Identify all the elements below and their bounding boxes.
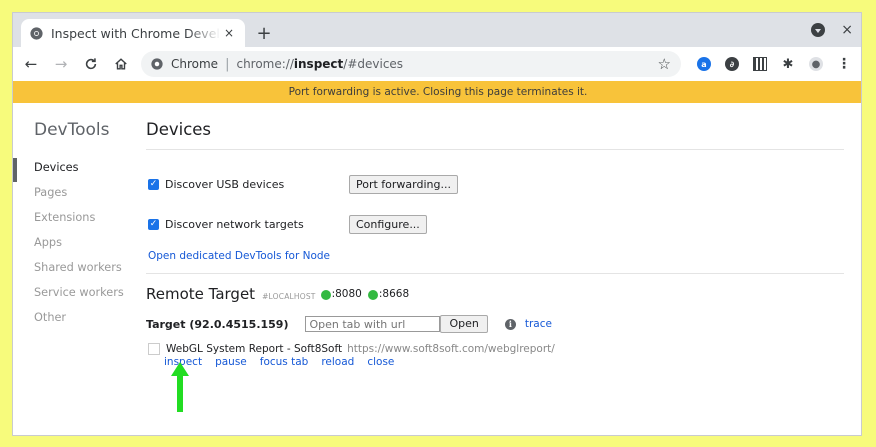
- page-thumbnail: [148, 343, 160, 355]
- reload-icon[interactable]: [79, 52, 103, 76]
- divider: [146, 273, 844, 274]
- close-link[interactable]: close: [367, 356, 394, 368]
- page-actions: inspect pause focus tab reload close: [164, 356, 555, 368]
- trace-link[interactable]: trace: [525, 318, 552, 330]
- focus-tab-link[interactable]: focus tab: [260, 356, 309, 368]
- sidebar-item-pages[interactable]: Pages: [13, 186, 124, 211]
- sidebar-nav: Devices Pages Extensions Apps Shared wor…: [13, 158, 124, 336]
- sidebar-title: DevTools: [34, 120, 110, 140]
- tab-close-icon[interactable]: ×: [221, 25, 237, 41]
- sidebar-item-apps[interactable]: Apps: [13, 236, 124, 261]
- window-close-icon[interactable]: ×: [841, 22, 853, 38]
- qr-code-extension-icon[interactable]: [753, 57, 767, 71]
- discover-network-label: Discover network targets: [165, 218, 304, 231]
- port-8668: :8668: [367, 288, 409, 300]
- tab-inspect[interactable]: Inspect with Chrome Developer Tools ×: [21, 19, 245, 47]
- port-forwarding-infobar: Port forwarding is active. Closing this …: [13, 81, 861, 103]
- extension-a-icon[interactable]: a: [697, 57, 711, 71]
- tab-search-icon[interactable]: [811, 23, 826, 37]
- target-label: Target (92.0.4515.159): [146, 317, 289, 331]
- extension-d-icon[interactable]: ∂: [725, 57, 739, 71]
- discover-network-checkbox[interactable]: ✓: [148, 219, 159, 230]
- omnibox-separator: |: [225, 56, 230, 72]
- configure-button[interactable]: Configure...: [349, 215, 427, 234]
- sidebar-item-extensions[interactable]: Extensions: [13, 211, 124, 236]
- inspect-page: DevTools Devices Pages Extensions Apps S…: [13, 103, 861, 435]
- forward-icon[interactable]: →: [49, 52, 73, 76]
- port-forwarding-button[interactable]: Port forwarding...: [349, 175, 458, 194]
- remote-target-header: Remote Target #LOCALHOST :8080 :8668: [146, 285, 415, 303]
- profile-avatar-icon[interactable]: ●: [809, 57, 823, 71]
- extensions-puzzle-icon[interactable]: ✱: [781, 57, 795, 72]
- back-icon[interactable]: ←: [19, 52, 43, 76]
- chrome-site-icon: [151, 58, 163, 70]
- site-chip-label: Chrome: [171, 57, 219, 71]
- remote-target-host: #LOCALHOST: [262, 292, 316, 301]
- sidebar-item-service-workers[interactable]: Service workers: [13, 286, 124, 311]
- sidebar-item-other[interactable]: Other: [13, 311, 124, 336]
- info-icon: i: [504, 318, 516, 330]
- tab-title: Inspect with Chrome Developer Tools: [51, 25, 221, 41]
- chrome-menu-icon[interactable]: ⋮: [837, 56, 851, 72]
- discover-usb-checkbox[interactable]: ✓: [148, 179, 159, 190]
- home-icon[interactable]: [109, 52, 133, 76]
- port-status-dot: [367, 290, 378, 300]
- extensions-area: a ∂ ✱ ● ⋮: [697, 56, 851, 72]
- open-tab-url-input[interactable]: [305, 316, 441, 332]
- divider: [146, 149, 844, 150]
- open-node-devtools-link[interactable]: Open dedicated DevTools for Node: [148, 250, 330, 262]
- browser-toolbar: ← → Chrome | chrome://inspect/#devices ☆…: [13, 47, 861, 81]
- list-item: WebGL System Report - Soft8Soft https://…: [148, 343, 555, 368]
- discover-usb-label: Discover USB devices: [165, 178, 285, 191]
- open-button[interactable]: Open: [440, 315, 488, 333]
- page-url: https://www.soft8soft.com/webglreport/: [347, 343, 555, 355]
- pause-link[interactable]: pause: [215, 356, 247, 368]
- reload-link[interactable]: reload: [321, 356, 354, 368]
- page-name: WebGL System Report - Soft8Soft: [166, 343, 343, 355]
- annotation-arrow-icon: [171, 362, 189, 412]
- bookmark-star-icon[interactable]: ☆: [658, 55, 671, 73]
- new-tab-button[interactable]: +: [253, 22, 275, 44]
- browser-window: Inspect with Chrome Developer Tools × + …: [12, 12, 862, 436]
- port-status-dot: [320, 290, 331, 300]
- url-text: chrome://inspect/#devices: [236, 57, 404, 71]
- sidebar-item-devices[interactable]: Devices: [13, 158, 124, 186]
- sidebar: DevTools Devices Pages Extensions Apps S…: [13, 103, 143, 435]
- tab-strip: Inspect with Chrome Developer Tools × + …: [13, 13, 861, 47]
- port-8080: :8080: [320, 288, 362, 300]
- chrome-favicon-icon: [29, 26, 43, 40]
- discover-usb-option[interactable]: ✓ Discover USB devices: [148, 178, 284, 191]
- target-row: Target (92.0.4515.159) Open i trace: [146, 315, 552, 333]
- address-bar[interactable]: Chrome | chrome://inspect/#devices ☆: [141, 51, 681, 77]
- remote-target-title: Remote Target: [146, 285, 256, 303]
- discover-network-option[interactable]: ✓ Discover network targets: [148, 218, 304, 231]
- sidebar-item-shared-workers[interactable]: Shared workers: [13, 261, 124, 286]
- page-title: Devices: [146, 120, 212, 139]
